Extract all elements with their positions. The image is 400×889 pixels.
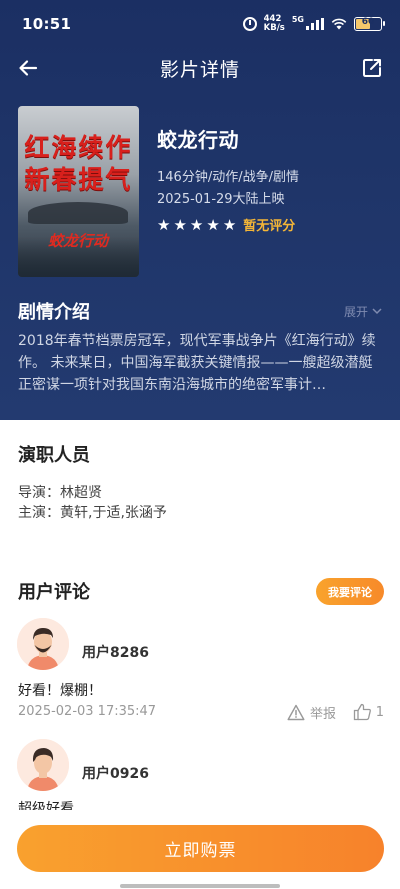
cast-title: 演职人员 xyxy=(18,445,90,466)
share-icon[interactable] xyxy=(358,54,386,82)
movie-header-panel: 10:51 442 KB/s 5G 60 影片详情 红海续作 新春提气 蛟龙行动… xyxy=(0,0,400,420)
comments-title: 用户评论 xyxy=(18,582,90,603)
movie-duration-genres: 146分钟/动作/战争/剧情 xyxy=(157,170,299,185)
movie-title: 蛟龙行动 xyxy=(157,128,239,152)
status-bar: 10:51 442 KB/s 5G 60 xyxy=(0,0,400,48)
movie-rating: ★ ★ ★ ★ ★ 暂无评分 xyxy=(157,215,387,235)
plot-text: 2018年春节档票房冠军，现代军事战争片《红海行动》续作。 未来某日，中国海军截… xyxy=(18,333,376,393)
poster-slogan-line1: 红海续作 xyxy=(24,133,133,162)
plot-header: 剧情介绍 展开 xyxy=(18,298,382,324)
star-icon: ★ xyxy=(189,215,204,234)
page-title: 影片详情 xyxy=(159,58,240,81)
avatar[interactable] xyxy=(17,739,69,791)
buy-ticket-button[interactable]: 立即购票 xyxy=(17,825,384,872)
report-button[interactable]: 举报 xyxy=(287,703,336,722)
write-comment-button[interactable]: 我要评论 xyxy=(316,578,384,605)
star-icon: ★ xyxy=(222,215,237,234)
star-icon: ★ xyxy=(173,215,187,234)
network-type: 5G xyxy=(291,14,304,24)
plot-title: 剧情介绍 xyxy=(18,302,90,323)
director-line: 导演：林超贤 xyxy=(18,485,102,501)
signal-icon xyxy=(306,18,324,30)
home-indicator xyxy=(120,884,280,888)
actors-line: 主演：黄轩,于适,张涵予 xyxy=(18,505,167,521)
movie-info: 蛟龙行动 146分钟/动作/战争/剧情 2025-01-29大陆上映 ★ ★ ★… xyxy=(157,124,387,234)
nav-bar: 影片详情 xyxy=(0,48,400,88)
comment-text: 超级好看 xyxy=(18,801,74,810)
network-speed: 442 KB/s xyxy=(263,14,285,33)
wifi-icon xyxy=(331,18,347,30)
chevron-down-icon xyxy=(372,308,382,315)
comment-text: 好看！爆棚！ xyxy=(18,683,102,699)
movie-poster[interactable]: 红海续作 新春提气 蛟龙行动 xyxy=(18,106,139,277)
poster-submarine xyxy=(28,202,128,224)
comment-date: 2025-02-03 17:35:47 xyxy=(18,704,157,719)
alarm-icon xyxy=(242,17,257,31)
star-icon: ★ xyxy=(206,215,220,234)
rating-text: 暂无评分 xyxy=(243,219,296,234)
battery-icon: 60 xyxy=(354,17,385,31)
comment-username: 用户0926 xyxy=(82,766,149,782)
poster-logo: 蛟龙行动 xyxy=(48,232,109,250)
comment-username: 用户8286 xyxy=(82,645,149,661)
back-arrow-icon[interactable] xyxy=(14,54,42,82)
avatar[interactable] xyxy=(17,618,69,670)
star-icon: ★ xyxy=(157,215,171,234)
status-time: 10:51 xyxy=(22,15,72,33)
thumbs-up-icon xyxy=(353,703,371,721)
poster-slogan-line2: 新春提气 xyxy=(24,165,133,194)
like-count: 1 xyxy=(375,704,384,720)
movie-release: 2025-01-29大陆上映 xyxy=(157,192,285,207)
expand-button[interactable]: 展开 xyxy=(344,303,382,320)
like-button[interactable]: 1 xyxy=(353,703,384,721)
warning-icon xyxy=(287,704,305,721)
